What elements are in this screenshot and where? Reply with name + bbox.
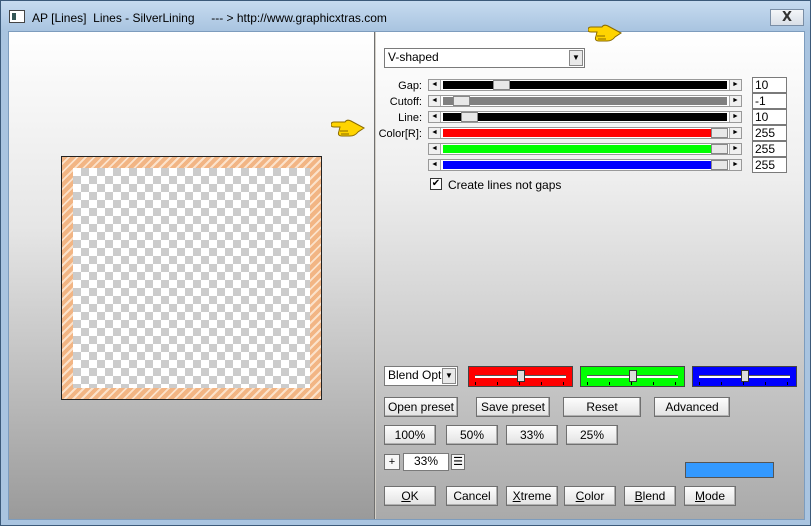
line-value[interactable]: 10 <box>752 109 787 125</box>
pointing-hand-icon <box>588 24 622 42</box>
color-r-label: Color[R]: <box>378 128 422 140</box>
blend-options-value: Blend Opti <box>388 368 445 382</box>
effect-dropdown[interactable]: V-shaped ▼ <box>384 48 585 68</box>
scroll-left-icon[interactable]: ◄ <box>429 112 441 122</box>
transparency-checkerboard <box>73 168 310 388</box>
scroll-right-icon[interactable]: ► <box>729 112 741 122</box>
color-r-slider[interactable]: ◄ ► <box>428 127 742 139</box>
slider-fill <box>443 129 711 137</box>
scroll-left-icon[interactable]: ◄ <box>429 96 441 106</box>
scroll-right-icon[interactable]: ► <box>729 80 741 90</box>
zoom-value-field[interactable]: 33% <box>403 453 449 471</box>
slider-fill <box>443 113 727 121</box>
scroll-left-icon[interactable]: ◄ <box>429 160 441 170</box>
dialog-client: V-shaped ▼ Gap: ◄ ► 10 Cutoff: ◄ ► -1 Li… <box>8 24 805 520</box>
create-lines-checkbox[interactable]: ✔ <box>430 178 442 190</box>
cancel-button[interactable]: Cancel <box>446 486 498 506</box>
blend-red-slider[interactable] <box>468 366 573 387</box>
zoom-50-button[interactable]: 50% <box>446 425 498 445</box>
zoom-25-button[interactable]: 25% <box>566 425 618 445</box>
dialog-window: AP [Lines] Lines - SilverLining --- > ht… <box>0 0 811 526</box>
color-g-value[interactable]: 255 <box>752 141 787 157</box>
scroll-right-icon[interactable]: ► <box>729 144 741 154</box>
chevron-down-icon[interactable]: ▼ <box>442 368 456 384</box>
slider-thumb[interactable] <box>711 160 728 170</box>
zoom-plus-button[interactable]: + <box>384 454 400 470</box>
mode-button[interactable]: Mode <box>684 486 736 506</box>
window-title: AP [Lines] Lines - SilverLining --- > ht… <box>32 11 387 25</box>
effect-dropdown-value: V-shaped <box>388 50 439 64</box>
color-b-value[interactable]: 255 <box>752 157 787 173</box>
line-slider[interactable]: ◄ ► <box>428 111 742 123</box>
slider-knob[interactable] <box>741 370 749 382</box>
slider-fill <box>443 97 727 105</box>
cutoff-value[interactable]: -1 <box>752 93 787 109</box>
cutoff-label: Cutoff: <box>389 96 422 108</box>
save-preset-button[interactable]: Save preset <box>476 397 550 417</box>
zoom-33-button[interactable]: 33% <box>506 425 558 445</box>
slider-thumb[interactable] <box>711 128 728 138</box>
controls-pane: V-shaped ▼ Gap: ◄ ► 10 Cutoff: ◄ ► -1 Li… <box>331 24 804 519</box>
blend-button[interactable]: Blend <box>624 486 676 506</box>
chevron-down-icon[interactable]: ▼ <box>569 50 583 66</box>
blend-blue-slider[interactable] <box>692 366 797 387</box>
accent-color-swatch[interactable] <box>685 462 774 478</box>
create-lines-label: Create lines not gaps <box>448 178 562 192</box>
zoom-100-button[interactable]: 100% <box>384 425 436 445</box>
ok-button[interactable]: OK <box>384 486 436 506</box>
line-label: Line: <box>398 112 422 124</box>
scroll-right-icon[interactable]: ► <box>729 160 741 170</box>
color-button[interactable]: Color <box>564 486 616 506</box>
reset-button[interactable]: Reset <box>563 397 641 417</box>
slider-fill <box>443 145 711 153</box>
xtreme-button[interactable]: Xtreme <box>506 486 558 506</box>
open-preset-button[interactable]: Open preset <box>384 397 458 417</box>
slider-thumb[interactable] <box>493 80 510 90</box>
slider-thumb[interactable] <box>461 112 478 122</box>
advanced-button[interactable]: Advanced <box>654 397 730 417</box>
scroll-right-icon[interactable]: ► <box>729 96 741 106</box>
app-icon <box>9 10 25 23</box>
blend-green-slider[interactable] <box>580 366 685 387</box>
color-r-value[interactable]: 255 <box>752 125 787 141</box>
slider-thumb[interactable] <box>453 96 470 106</box>
color-g-slider[interactable]: ◄ ► <box>428 143 742 155</box>
pointing-hand-icon <box>331 119 365 137</box>
title-bar[interactable]: AP [Lines] Lines - SilverLining --- > ht… <box>1 1 810 31</box>
slider-knob[interactable] <box>629 370 637 382</box>
cutoff-slider[interactable]: ◄ ► <box>428 95 742 107</box>
scroll-left-icon[interactable]: ◄ <box>429 80 441 90</box>
gap-value[interactable]: 10 <box>752 77 787 93</box>
gap-label: Gap: <box>398 80 422 92</box>
preview-pane <box>9 32 375 519</box>
scroll-left-icon[interactable]: ◄ <box>429 144 441 154</box>
close-button[interactable]: X <box>770 9 804 26</box>
slider-fill <box>443 161 711 169</box>
blend-options-dropdown[interactable]: Blend Opti ▼ <box>384 366 458 386</box>
gap-slider[interactable]: ◄ ► <box>428 79 742 91</box>
preview-frame[interactable] <box>61 156 322 400</box>
slider-knob[interactable] <box>517 370 525 382</box>
slider-thumb[interactable] <box>711 144 728 154</box>
color-b-slider[interactable]: ◄ ► <box>428 159 742 171</box>
zoom-menu-icon[interactable]: ☰ <box>451 454 465 470</box>
scroll-right-icon[interactable]: ► <box>729 128 741 138</box>
scroll-left-icon[interactable]: ◄ <box>429 128 441 138</box>
slider-fill <box>443 81 727 89</box>
